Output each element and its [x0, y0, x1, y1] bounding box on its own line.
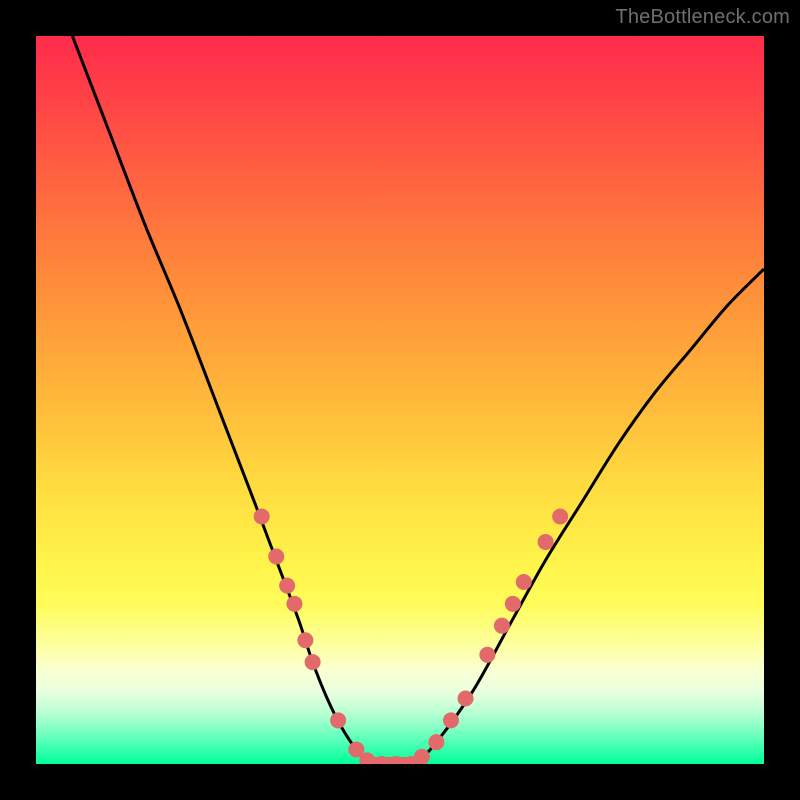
- curve-marker: [552, 508, 568, 524]
- curve-marker: [279, 578, 295, 594]
- bottleneck-curve: [72, 36, 764, 764]
- curve-marker: [443, 712, 459, 728]
- curve-marker: [538, 534, 554, 550]
- curve-marker: [330, 712, 346, 728]
- curve-marker: [505, 596, 521, 612]
- attribution-label: TheBottleneck.com: [615, 6, 790, 29]
- curve-marker: [428, 734, 444, 750]
- chart-frame: TheBottleneck.com: [0, 0, 800, 800]
- markers-group: [254, 508, 568, 764]
- curve-marker: [254, 508, 270, 524]
- curve-marker: [297, 632, 313, 648]
- curve-marker: [286, 596, 302, 612]
- curve-marker: [414, 749, 430, 764]
- curve-marker: [458, 690, 474, 706]
- chart-svg: [36, 36, 764, 764]
- curve-marker: [516, 574, 532, 590]
- curve-marker: [494, 618, 510, 634]
- curve-marker: [268, 549, 284, 565]
- chart-plot-area: [36, 36, 764, 764]
- curve-marker: [479, 647, 495, 663]
- curve-marker: [305, 654, 321, 670]
